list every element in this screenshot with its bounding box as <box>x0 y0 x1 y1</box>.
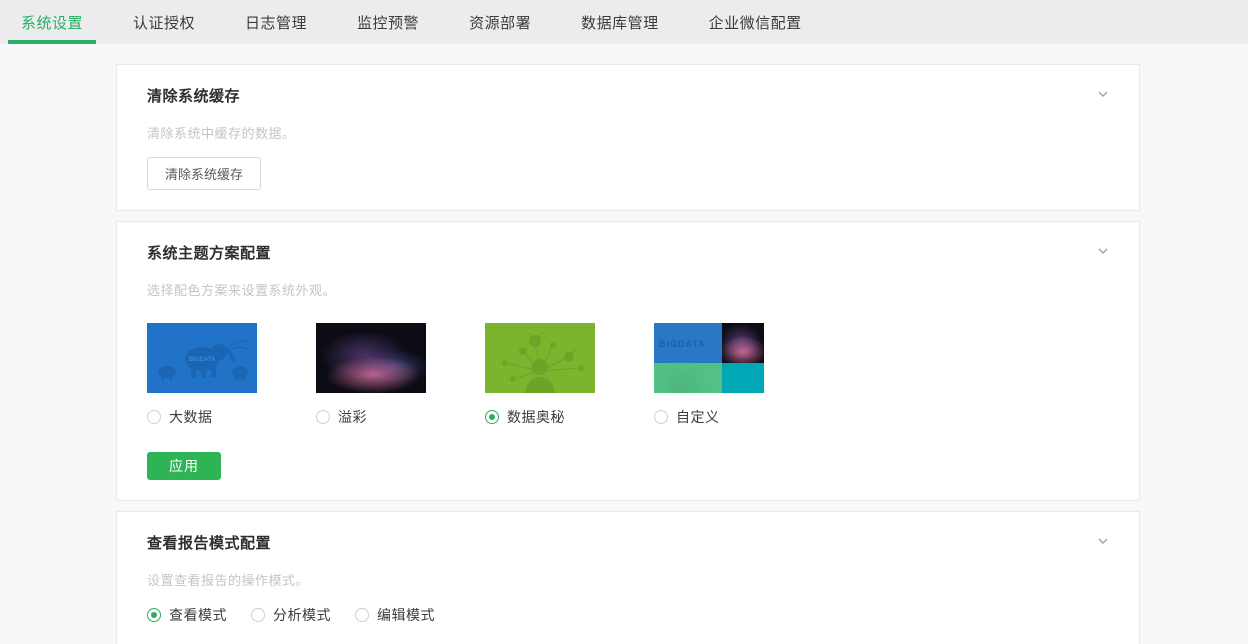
radio-theme-bigdata[interactable]: 大数据 <box>147 407 257 427</box>
theme-option-bigdata: BIGDATA 大数据 <box>147 323 257 427</box>
card-description: 清除系统中缓存的数据。 <box>147 126 296 141</box>
theme-thumbnail-aurora[interactable] <box>316 323 426 393</box>
radio-circle[interactable] <box>355 608 369 622</box>
tab-auth[interactable]: 认证授权 <box>120 0 208 44</box>
radio-circle[interactable] <box>251 608 265 622</box>
card-title: 清除系统缓存 <box>147 88 241 105</box>
radio-label: 查看模式 <box>169 607 227 623</box>
apply-theme-button[interactable]: 应用 <box>147 452 221 480</box>
custom-cell-green <box>654 363 722 393</box>
settings-content: 清除系统缓存 清除系统中缓存的数据。 清除系统缓存 系统主题方案配置 选择配色方… <box>0 44 1248 644</box>
tab-log-management[interactable]: 日志管理 <box>232 0 320 44</box>
report-mode-options: 查看模式 分析模式 编辑模式 <box>147 605 1109 625</box>
radio-label: 编辑模式 <box>377 607 435 623</box>
clear-cache-button[interactable]: 清除系统缓存 <box>147 157 262 190</box>
radio-circle[interactable] <box>316 410 330 424</box>
radio-label: 数据奥秘 <box>507 409 565 425</box>
tab-resource-deploy[interactable]: 资源部署 <box>456 0 544 44</box>
bigdata-word-art: BIGDATA <box>189 357 216 363</box>
theme-option-mystery: 数据奥秘 <box>485 323 595 427</box>
radio-theme-mystery[interactable]: 数据奥秘 <box>485 407 595 427</box>
card-description: 选择配色方案来设置系统外观。 <box>147 283 337 298</box>
card-clear-cache: 清除系统缓存 清除系统中缓存的数据。 清除系统缓存 <box>116 64 1140 211</box>
radio-theme-aurora[interactable]: 溢彩 <box>316 407 426 427</box>
radio-theme-custom[interactable]: 自定义 <box>654 407 764 427</box>
settings-tabs: 系统设置 认证授权 日志管理 监控预警 资源部署 数据库管理 企业微信配置 <box>0 0 1248 44</box>
custom-cell-aurora <box>722 323 764 363</box>
custom-cell-teal <box>722 363 764 393</box>
radio-label: 分析模式 <box>273 607 331 623</box>
theme-thumbnail-mystery[interactable] <box>485 323 595 393</box>
radio-circle[interactable] <box>147 410 161 424</box>
tab-wecom-config[interactable]: 企业微信配置 <box>696 0 815 44</box>
radio-label: 溢彩 <box>338 409 367 425</box>
bigdata-word-art: BIGDATA <box>659 339 706 349</box>
theme-option-aurora: 溢彩 <box>316 323 426 427</box>
card-title: 系统主题方案配置 <box>147 245 272 262</box>
tab-monitor-alert[interactable]: 监控预警 <box>344 0 432 44</box>
tab-database-management[interactable]: 数据库管理 <box>568 0 672 44</box>
tab-system-settings[interactable]: 系统设置 <box>8 0 97 44</box>
radio-circle[interactable] <box>654 410 668 424</box>
theme-option-custom: BIGDATA 自定义 <box>654 323 764 427</box>
radio-circle[interactable] <box>147 608 161 622</box>
radio-circle[interactable] <box>485 410 499 424</box>
custom-cell-bigdata: BIGDATA <box>654 323 722 363</box>
chevron-down-icon[interactable] <box>1095 243 1111 259</box>
theme-options-row: BIGDATA 大数据 溢彩 数据奥秘 BIGDATA 自定义 <box>147 323 1109 427</box>
card-theme-config: 系统主题方案配置 选择配色方案来设置系统外观。 BIGDATA 大数据 溢彩 数… <box>116 221 1140 501</box>
chevron-down-icon[interactable] <box>1095 86 1111 102</box>
card-report-mode: 查看报告模式配置 设置查看报告的操作模式。 查看模式 分析模式 编辑模式 <box>116 511 1140 644</box>
radio-edit-mode[interactable]: 编辑模式 <box>355 605 435 625</box>
card-title: 查看报告模式配置 <box>147 535 272 552</box>
radio-label: 自定义 <box>676 409 720 425</box>
radio-label: 大数据 <box>169 409 213 425</box>
radio-view-mode[interactable]: 查看模式 <box>147 605 227 625</box>
chevron-down-icon[interactable] <box>1095 533 1111 549</box>
theme-thumbnail-custom[interactable]: BIGDATA <box>654 323 764 393</box>
card-description: 设置查看报告的操作模式。 <box>147 573 310 588</box>
radio-analysis-mode[interactable]: 分析模式 <box>251 605 331 625</box>
theme-thumbnail-bigdata[interactable]: BIGDATA <box>147 323 257 393</box>
